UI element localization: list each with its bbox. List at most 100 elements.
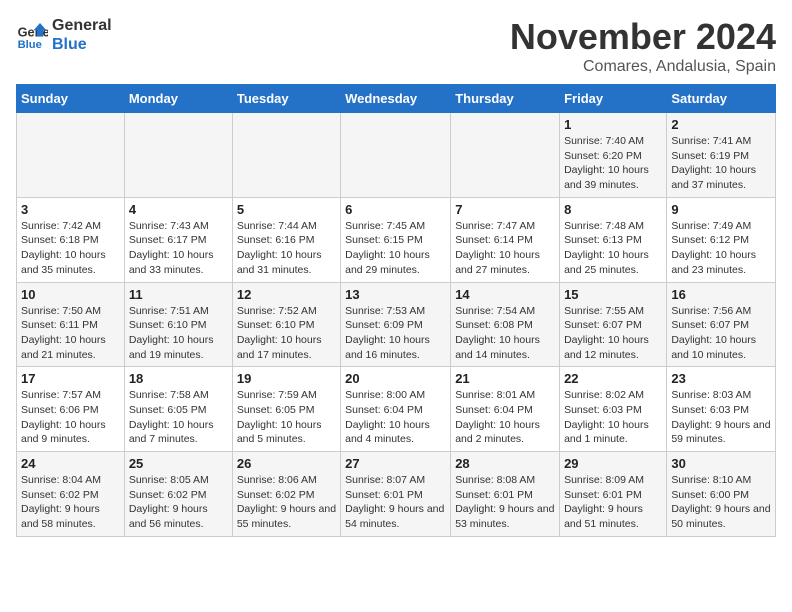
calendar-week-row: 24 Sunrise: 8:04 AMSunset: 6:02 PMDayligh…	[17, 452, 776, 537]
calendar-cell: 9 Sunrise: 7:49 AMSunset: 6:12 PMDaylight…	[667, 197, 776, 282]
calendar-cell: 25Sunrise: 8:05 AMSunset: 6:02 PMDayligh…	[124, 452, 232, 537]
col-header-wednesday: Wednesday	[341, 85, 451, 113]
calendar-cell: 24 Sunrise: 8:04 AMSunset: 6:02 PMDayligh…	[17, 452, 125, 537]
day-number: 21	[455, 371, 555, 386]
day-info: Sunrise: 7:47 AMSunset: 6:14 PMDaylight:…	[455, 219, 555, 278]
calendar-week-row: 3 Sunrise: 7:42 AMSunset: 6:18 PMDaylight…	[17, 197, 776, 282]
calendar-cell: 14Sunrise: 7:54 AMSunset: 6:08 PMDayligh…	[451, 282, 560, 367]
day-number: 22	[564, 371, 662, 386]
day-info: Sunrise: 8:02 AMSunset: 6:03 PMDaylight:…	[564, 388, 662, 447]
calendar-cell: 17 Sunrise: 7:57 AMSunset: 6:06 PMDayligh…	[17, 367, 125, 452]
calendar-cell	[451, 113, 560, 198]
calendar-cell: 18Sunrise: 7:58 AMSunset: 6:05 PMDayligh…	[124, 367, 232, 452]
day-info: Sunrise: 7:55 AMSunset: 6:07 PMDaylight:…	[564, 304, 662, 363]
calendar-cell: 19 Sunrise: 7:59 AMSunset: 6:05 PMDayligh…	[232, 367, 340, 452]
day-number: 29	[564, 456, 662, 471]
calendar-cell	[232, 113, 340, 198]
calendar-cell: 7 Sunrise: 7:47 AMSunset: 6:14 PMDaylight…	[451, 197, 560, 282]
day-number: 4	[129, 202, 228, 217]
day-info: Sunrise: 7:53 AMSunset: 6:09 PMDaylight:…	[345, 304, 446, 363]
day-number: 12	[237, 287, 336, 302]
calendar-cell: 23 Sunrise: 8:03 AMSunset: 6:03 PMDayligh…	[667, 367, 776, 452]
day-info: Sunrise: 8:10 AMSunset: 6:00 PMDaylight:…	[671, 473, 771, 532]
calendar-body: 1 Sunrise: 7:40 AMSunset: 6:20 PMDaylight…	[17, 113, 776, 537]
day-info: Sunrise: 8:04 AMSunset: 6:02 PMDaylight:…	[21, 473, 120, 532]
day-number: 20	[345, 371, 446, 386]
logo-line1: General	[52, 16, 112, 35]
calendar-cell: 4 Sunrise: 7:43 AMSunset: 6:17 PMDaylight…	[124, 197, 232, 282]
calendar-cell	[17, 113, 125, 198]
day-number: 28	[455, 456, 555, 471]
logo-icon: General Blue	[16, 19, 48, 51]
col-header-saturday: Saturday	[667, 85, 776, 113]
calendar-cell: 1 Sunrise: 7:40 AMSunset: 6:20 PMDaylight…	[560, 113, 667, 198]
day-info: Sunrise: 7:58 AMSunset: 6:05 PMDaylight:…	[129, 388, 228, 447]
day-number: 19	[237, 371, 336, 386]
day-info: Sunrise: 7:59 AMSunset: 6:05 PMDaylight:…	[237, 388, 336, 447]
day-info: Sunrise: 7:52 AMSunset: 6:10 PMDaylight:…	[237, 304, 336, 363]
day-info: Sunrise: 7:44 AMSunset: 6:16 PMDaylight:…	[237, 219, 336, 278]
col-header-thursday: Thursday	[451, 85, 560, 113]
calendar-cell: 28Sunrise: 8:08 AMSunset: 6:01 PMDayligh…	[451, 452, 560, 537]
day-info: Sunrise: 7:56 AMSunset: 6:07 PMDaylight:…	[671, 304, 771, 363]
day-number: 30	[671, 456, 771, 471]
day-info: Sunrise: 7:43 AMSunset: 6:17 PMDaylight:…	[129, 219, 228, 278]
day-info: Sunrise: 7:50 AMSunset: 6:11 PMDaylight:…	[21, 304, 120, 363]
day-number: 27	[345, 456, 446, 471]
day-number: 23	[671, 371, 771, 386]
day-info: Sunrise: 8:09 AMSunset: 6:01 PMDaylight:…	[564, 473, 662, 532]
day-info: Sunrise: 8:03 AMSunset: 6:03 PMDaylight:…	[671, 388, 771, 447]
day-number: 3	[21, 202, 120, 217]
calendar-cell	[124, 113, 232, 198]
day-info: Sunrise: 8:01 AMSunset: 6:04 PMDaylight:…	[455, 388, 555, 447]
day-number: 6	[345, 202, 446, 217]
day-number: 11	[129, 287, 228, 302]
page-header: General Blue General Blue November 2024 …	[16, 16, 776, 76]
calendar-cell: 16Sunrise: 7:56 AMSunset: 6:07 PMDayligh…	[667, 282, 776, 367]
day-number: 24	[21, 456, 120, 471]
col-header-tuesday: Tuesday	[232, 85, 340, 113]
day-info: Sunrise: 7:51 AMSunset: 6:10 PMDaylight:…	[129, 304, 228, 363]
day-number: 17	[21, 371, 120, 386]
day-number: 7	[455, 202, 555, 217]
day-number: 1	[564, 117, 662, 132]
calendar-cell	[341, 113, 451, 198]
calendar-cell: 20Sunrise: 8:00 AMSunset: 6:04 PMDayligh…	[341, 367, 451, 452]
calendar-cell: 13 Sunrise: 7:53 AMSunset: 6:09 PMDayligh…	[341, 282, 451, 367]
calendar-cell: 3 Sunrise: 7:42 AMSunset: 6:18 PMDaylight…	[17, 197, 125, 282]
calendar-week-row: 17 Sunrise: 7:57 AMSunset: 6:06 PMDayligh…	[17, 367, 776, 452]
day-info: Sunrise: 8:07 AMSunset: 6:01 PMDaylight:…	[345, 473, 446, 532]
day-info: Sunrise: 7:57 AMSunset: 6:06 PMDaylight:…	[21, 388, 120, 447]
calendar-cell: 6 Sunrise: 7:45 AMSunset: 6:15 PMDaylight…	[341, 197, 451, 282]
col-header-sunday: Sunday	[17, 85, 125, 113]
calendar-cell: 11 Sunrise: 7:51 AMSunset: 6:10 PMDayligh…	[124, 282, 232, 367]
day-info: Sunrise: 8:06 AMSunset: 6:02 PMDaylight:…	[237, 473, 336, 532]
calendar-week-row: 1 Sunrise: 7:40 AMSunset: 6:20 PMDaylight…	[17, 113, 776, 198]
logo-line2: Blue	[52, 35, 112, 54]
calendar-week-row: 10 Sunrise: 7:50 AMSunset: 6:11 PMDayligh…	[17, 282, 776, 367]
calendar-table: SundayMondayTuesdayWednesdayThursdayFrid…	[16, 84, 776, 537]
day-number: 8	[564, 202, 662, 217]
day-number: 13	[345, 287, 446, 302]
day-info: Sunrise: 7:49 AMSunset: 6:12 PMDaylight:…	[671, 219, 771, 278]
day-number: 2	[671, 117, 771, 132]
day-info: Sunrise: 7:42 AMSunset: 6:18 PMDaylight:…	[21, 219, 120, 278]
calendar-cell: 10 Sunrise: 7:50 AMSunset: 6:11 PMDayligh…	[17, 282, 125, 367]
calendar-header-row: SundayMondayTuesdayWednesdayThursdayFrid…	[17, 85, 776, 113]
svg-text:Blue: Blue	[18, 39, 42, 51]
calendar-cell: 2 Sunrise: 7:41 AMSunset: 6:19 PMDaylight…	[667, 113, 776, 198]
day-number: 25	[129, 456, 228, 471]
calendar-cell: 26Sunrise: 8:06 AMSunset: 6:02 PMDayligh…	[232, 452, 340, 537]
day-info: Sunrise: 7:41 AMSunset: 6:19 PMDaylight:…	[671, 134, 771, 193]
calendar-cell: 15Sunrise: 7:55 AMSunset: 6:07 PMDayligh…	[560, 282, 667, 367]
day-info: Sunrise: 7:48 AMSunset: 6:13 PMDaylight:…	[564, 219, 662, 278]
day-number: 10	[21, 287, 120, 302]
day-info: Sunrise: 7:45 AMSunset: 6:15 PMDaylight:…	[345, 219, 446, 278]
day-info: Sunrise: 7:40 AMSunset: 6:20 PMDaylight:…	[564, 134, 662, 193]
col-header-friday: Friday	[560, 85, 667, 113]
calendar-cell: 22 Sunrise: 8:02 AMSunset: 6:03 PMDayligh…	[560, 367, 667, 452]
calendar-cell: 8 Sunrise: 7:48 AMSunset: 6:13 PMDaylight…	[560, 197, 667, 282]
location-subtitle: Comares, Andalusia, Spain	[510, 58, 776, 76]
calendar-cell: 12 Sunrise: 7:52 AMSunset: 6:10 PMDayligh…	[232, 282, 340, 367]
day-number: 9	[671, 202, 771, 217]
